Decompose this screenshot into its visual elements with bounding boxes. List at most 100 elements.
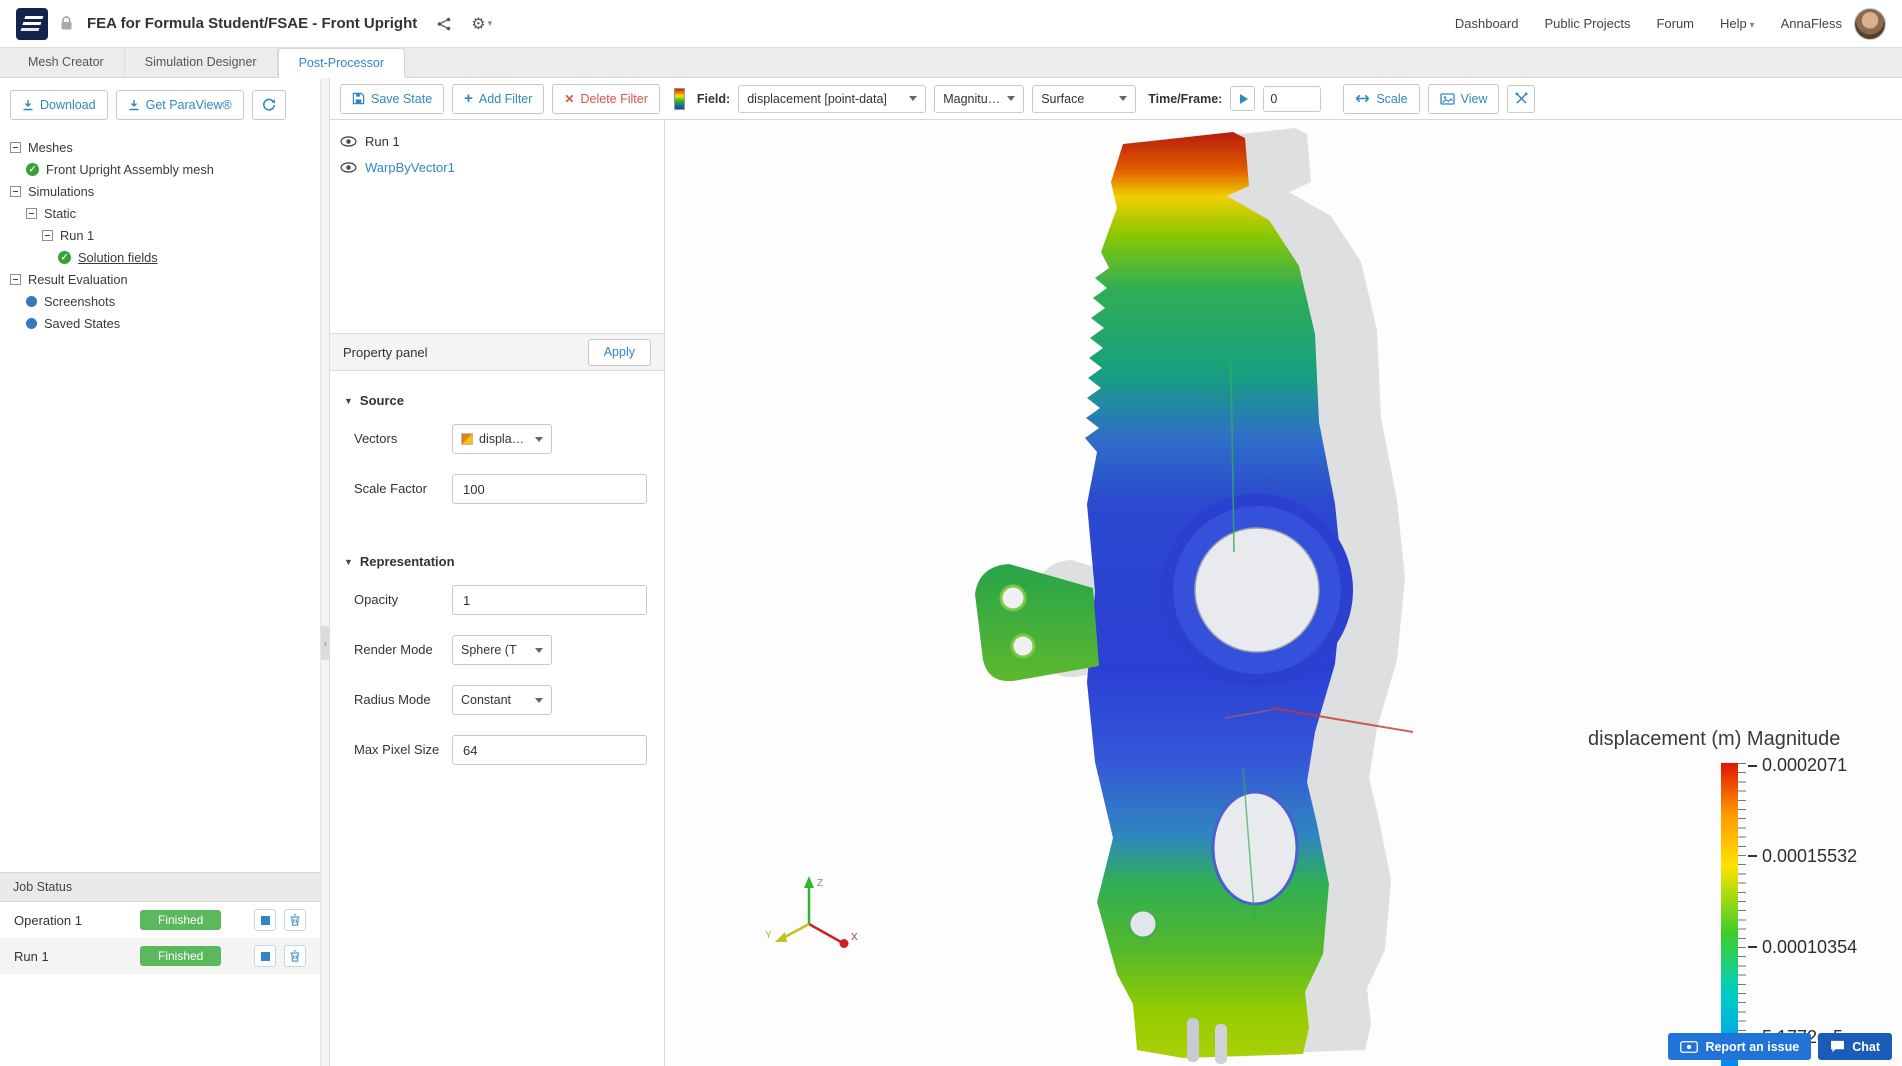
representation-select[interactable]: Surface (1032, 84, 1137, 113)
plus-icon: + (464, 90, 473, 107)
job-status-badge: Finished (140, 910, 222, 930)
color-map-icon[interactable] (673, 87, 685, 110)
legend-minor-ticks (1738, 763, 1746, 1066)
job-status-title: Job Status (0, 872, 320, 902)
workflow-tab[interactable]: Simulation Designer (125, 48, 278, 77)
add-filter-button[interactable]: + Add Filter (452, 83, 545, 114)
view-button[interactable]: View (1427, 83, 1500, 114)
visibility-eye-icon[interactable] (340, 161, 357, 173)
delete-job-button[interactable] (284, 945, 306, 967)
tick-mark-icon (1748, 855, 1757, 858)
legend-tick-label: 0.0002071 (1748, 755, 1857, 776)
postprocessor-toolbar: Save State + Add Filter ✕ Delete Filter … (330, 78, 1902, 120)
pipeline-item[interactable]: Run 1 (340, 128, 664, 154)
field-label: Field: (696, 91, 731, 106)
save-icon (352, 92, 365, 105)
save-state-button[interactable]: Save State (340, 83, 445, 114)
tree-item[interactable]: Solution fields (0, 246, 320, 268)
job-row: Run 1 Finished (0, 938, 320, 974)
report-issue-button[interactable]: Report an issue (1668, 1033, 1812, 1060)
render-mode-select[interactable]: Sphere (T (452, 635, 552, 665)
nav-link[interactable]: Forum (1656, 16, 1694, 31)
refresh-button[interactable] (251, 90, 286, 120)
user-avatar[interactable] (1854, 7, 1886, 40)
get-paraview-button[interactable]: Get ParaView® (115, 90, 244, 120)
download-icon (129, 100, 139, 111)
tree-item[interactable]: Run 1 (0, 224, 320, 246)
dot-icon (26, 295, 37, 307)
time-frame-input[interactable] (1263, 85, 1322, 112)
collapse-icon (42, 229, 53, 241)
viewport-canvas[interactable]: Z X Y displacement (m) Magnitude 0.00020… (665, 120, 1902, 1066)
download-button[interactable]: Download (10, 90, 108, 120)
scale-arrows-icon (1356, 94, 1370, 103)
y-axis-label: Y (765, 930, 772, 941)
header-nav: Dashboard Public Projects Forum Help Ann… (1455, 16, 1842, 31)
job-name: Run 1 (14, 948, 49, 964)
representation-section-toggle[interactable]: ▼ Representation (344, 554, 650, 569)
tree-item[interactable]: Simulations (0, 180, 320, 202)
nav-link[interactable]: Public Projects (1544, 16, 1630, 31)
tree-item[interactable]: Result Evaluation (0, 268, 320, 290)
vector-field-icon (461, 433, 473, 445)
workflow-tab[interactable]: Mesh Creator (8, 48, 125, 77)
collapse-icon (10, 273, 21, 285)
pipeline-item[interactable]: WarpByVector1 (340, 154, 664, 180)
tree-item[interactable]: Front Upright Assembly mesh (0, 158, 320, 180)
delete-job-button[interactable] (284, 909, 306, 931)
nav-link[interactable]: Dashboard (1455, 16, 1519, 31)
collapse-sidebar-handle[interactable]: ‹ (321, 626, 330, 660)
delete-filter-button[interactable]: ✕ Delete Filter (552, 83, 660, 114)
tick-mark-icon (1748, 764, 1757, 767)
stop-job-button[interactable] (254, 909, 276, 931)
workflow-tabbar: Mesh Creator Simulation Designer Post-Pr… (0, 48, 1902, 78)
field-select[interactable]: displacement [point-data] (738, 84, 927, 113)
component-select[interactable]: Magnitude (934, 84, 1025, 113)
source-section-toggle[interactable]: ▼ Source (344, 393, 650, 408)
tick-mark-icon (1748, 946, 1757, 948)
interaction-tools-button[interactable] (1507, 84, 1536, 113)
tree-item[interactable]: Saved States (0, 312, 320, 334)
job-name: Operation 1 (14, 912, 82, 928)
vectors-select[interactable]: displacem (452, 424, 552, 454)
collapse-icon (26, 207, 37, 219)
app-logo[interactable] (16, 7, 48, 40)
panel-splitter[interactable]: ‹ (320, 78, 330, 1066)
visibility-eye-icon[interactable] (340, 135, 357, 147)
legend-colorbar (1721, 763, 1738, 1066)
refresh-icon (262, 98, 275, 111)
pipeline-item-label: Run 1 (365, 133, 400, 149)
scale-button[interactable]: Scale (1343, 83, 1420, 114)
max-pixel-size-input[interactable] (452, 735, 647, 765)
property-panel-title: Property panel (343, 344, 428, 360)
nav-link[interactable]: AnnaFless (1781, 16, 1842, 31)
workflow-tab[interactable]: Post-Processor (277, 48, 406, 78)
max-pixel-size-label: Max Pixel Size (354, 741, 440, 757)
chat-button[interactable]: Chat (1818, 1033, 1892, 1060)
radius-mode-select[interactable]: Constant (452, 685, 552, 715)
tree-item[interactable]: Screenshots (0, 290, 320, 312)
opacity-input[interactable] (452, 585, 647, 615)
apply-button[interactable]: Apply (587, 338, 651, 366)
share-icon[interactable] (437, 17, 451, 31)
stop-job-button[interactable] (254, 945, 276, 967)
nav-link[interactable]: Help (1720, 16, 1755, 31)
axis-triad: Z X Y (765, 876, 858, 948)
tree-item-label: Solution fields (78, 249, 158, 265)
job-status-panel: Job Status Operation 1 Finished Run 1 Fi… (0, 872, 320, 974)
tree-item-label: Simulations (28, 183, 95, 199)
collapse-icon (10, 141, 21, 153)
tree-item[interactable]: Static (0, 202, 320, 224)
view-image-icon (1439, 92, 1455, 105)
collapse-triangle-icon: ▼ (344, 556, 353, 567)
dot-icon (26, 317, 37, 329)
settings-gear-icon[interactable]: ⚙ ▾ (471, 14, 492, 34)
scale-factor-input[interactable] (452, 474, 647, 504)
play-button[interactable] (1230, 86, 1256, 111)
tree-item-label: Result Evaluation (28, 271, 128, 287)
tree-item[interactable]: Meshes (0, 136, 320, 158)
stop-icon (260, 951, 270, 961)
viewport-actions: Report an issue Chat (1668, 1033, 1892, 1060)
tree-item-label: Screenshots (44, 293, 116, 309)
project-title: FEA for Formula Student/FSAE - Front Upr… (87, 15, 418, 32)
